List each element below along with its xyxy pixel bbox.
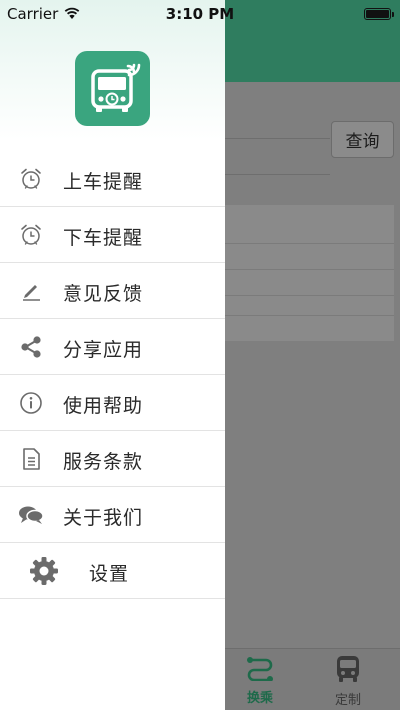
clock-time: 3:10 PM bbox=[165, 5, 235, 23]
history-row-divider bbox=[225, 269, 394, 270]
share-icon bbox=[18, 335, 44, 359]
battery-nub bbox=[392, 12, 394, 17]
origin-field-underline bbox=[225, 138, 330, 139]
menu-item-label: 关于我们 bbox=[63, 507, 144, 529]
menu-item-help[interactable]: 使用帮助 bbox=[0, 375, 225, 431]
destination-field-underline bbox=[225, 174, 330, 175]
document-icon bbox=[18, 447, 44, 471]
tab-transfer-label: 换乘 bbox=[246, 691, 273, 706]
query-button[interactable]: 查询 bbox=[331, 121, 394, 158]
menu-item-feedback[interactable]: 意见反馈 bbox=[0, 263, 225, 319]
tab-custom-label: 定制 bbox=[334, 693, 361, 708]
alarm-clock-icon bbox=[18, 167, 44, 191]
battery-icon bbox=[364, 8, 394, 20]
gear-icon bbox=[28, 556, 60, 586]
side-drawer: 上车提醒 下车提醒 意见反馈 分享应用 使用帮助 服务条款 关于我们 设置 bbox=[0, 0, 225, 710]
menu-item-label: 使用帮助 bbox=[63, 395, 144, 417]
menu-item-label: 设置 bbox=[89, 563, 130, 585]
menu-item-about-us[interactable]: 关于我们 bbox=[0, 487, 225, 543]
menu-item-boarding-reminder[interactable]: 上车提醒 bbox=[0, 151, 225, 207]
route-icon bbox=[245, 655, 275, 685]
tab-bar: 换乘 定制 bbox=[225, 648, 400, 710]
menu-item-label: 分享应用 bbox=[63, 339, 144, 361]
chat-bubbles-icon bbox=[18, 503, 44, 527]
tab-transfer[interactable]: 换乘 bbox=[225, 655, 295, 710]
menu-item-alighting-reminder[interactable]: 下车提醒 bbox=[0, 207, 225, 263]
battery-level bbox=[366, 10, 389, 18]
menu-item-terms[interactable]: 服务条款 bbox=[0, 431, 225, 487]
menu-item-label: 上车提醒 bbox=[63, 171, 144, 193]
history-row-divider bbox=[225, 243, 394, 244]
drawer-menu: 上车提醒 下车提醒 意见反馈 分享应用 使用帮助 服务条款 关于我们 设置 bbox=[0, 151, 225, 599]
pencil-icon bbox=[18, 279, 44, 303]
tab-custom[interactable]: 定制 bbox=[313, 655, 383, 710]
menu-item-settings[interactable]: 设置 bbox=[0, 543, 225, 599]
alarm-clock-icon bbox=[18, 223, 44, 247]
menu-item-label: 意见反馈 bbox=[63, 283, 144, 305]
info-icon bbox=[18, 391, 44, 415]
history-panel bbox=[225, 205, 394, 341]
history-row-divider bbox=[225, 295, 394, 296]
menu-item-label: 下车提醒 bbox=[63, 227, 144, 249]
bus-icon bbox=[335, 655, 361, 687]
status-bar: Carrier 3:10 PM bbox=[0, 0, 400, 28]
menu-item-share-app[interactable]: 分享应用 bbox=[0, 319, 225, 375]
menu-item-label: 服务条款 bbox=[63, 451, 144, 473]
bus-alarm-logo bbox=[75, 51, 150, 126]
history-row-divider bbox=[225, 315, 394, 316]
